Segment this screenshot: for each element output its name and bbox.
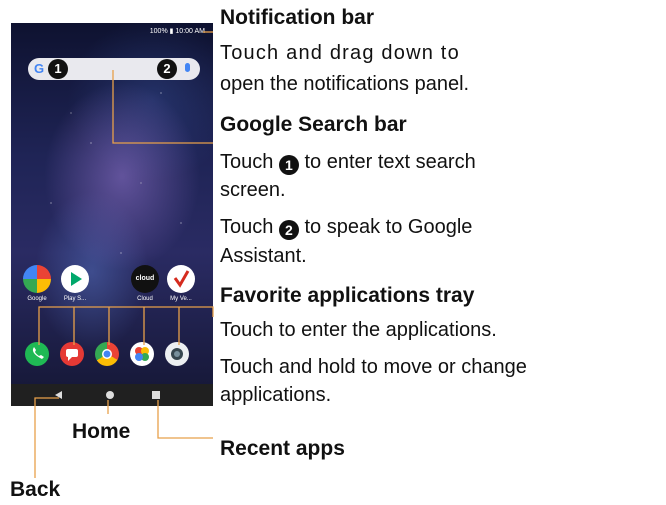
back-label: Back — [10, 478, 61, 501]
favorites-line2: Touch and hold to move or change — [220, 356, 527, 378]
favorites-line3: applications. — [220, 384, 332, 406]
search-touch1-suffix: to enter text search — [304, 151, 476, 173]
search-touch1-text: Touch 1 to enter text search — [220, 150, 476, 175]
search-touch2-line2: Assistant. — [220, 245, 307, 267]
search-touch2-text: Touch 2 to speak to Google — [220, 215, 472, 240]
callout-number-1: 1 — [278, 155, 299, 175]
search-touch2-prefix: Touch — [220, 216, 274, 238]
home-label: Home — [72, 420, 131, 443]
notification-bar-heading: Notification bar — [220, 6, 375, 29]
recent-apps-label: Recent apps — [220, 437, 345, 460]
callout-number-2: 2 — [278, 220, 299, 240]
notification-bar-line2: open the notifications panel. — [220, 73, 470, 95]
favorites-heading: Favorite applications tray — [220, 284, 475, 307]
search-touch2-suffix: to speak to Google — [304, 216, 473, 238]
search-touch1-prefix: Touch — [220, 151, 274, 173]
favorites-line1: Touch to enter the applications. — [220, 319, 497, 341]
search-bar-heading: Google Search bar — [220, 113, 407, 136]
search-touch1-line2: screen. — [220, 179, 286, 201]
notification-bar-line1: Touch and drag down to — [220, 42, 460, 64]
